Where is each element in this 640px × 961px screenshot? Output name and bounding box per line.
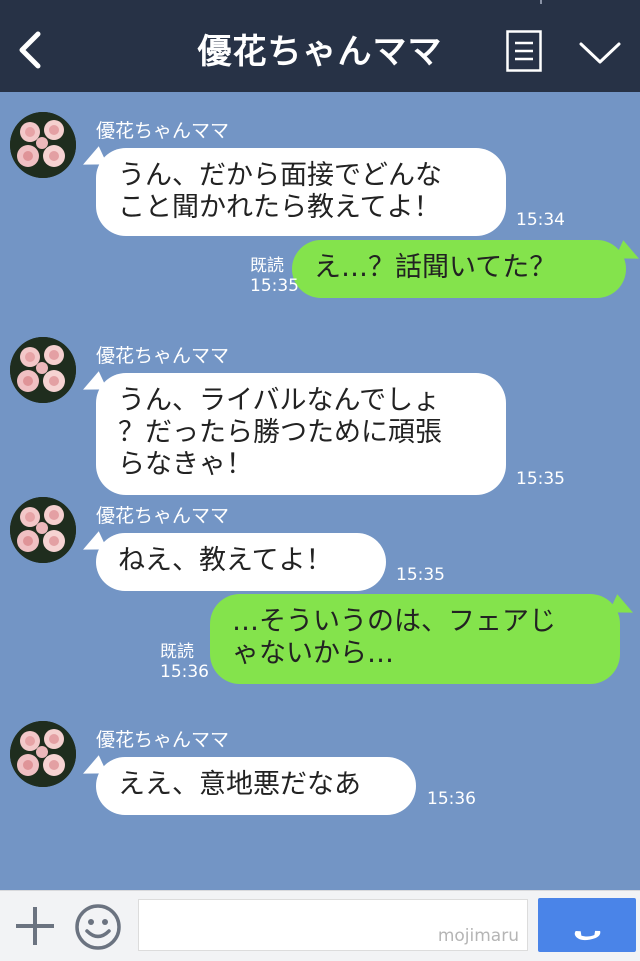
input-bar: mojimaru xyxy=(0,890,640,961)
message-time: 15:36 xyxy=(427,789,476,809)
message-line: ねえ、教えてよ！ xyxy=(118,545,333,576)
message-time: 15:35 xyxy=(516,469,565,489)
chat-title: 優花ちゃんママ xyxy=(197,32,443,72)
message-line: ええ、意地悪だなあ xyxy=(118,769,361,800)
list-menu-icon[interactable] xyxy=(506,30,542,72)
message-line: え…？話聞いてた？ xyxy=(314,252,557,283)
call-button[interactable] xyxy=(538,898,636,952)
message-line: うん、ライバルなんでしょ xyxy=(118,385,441,416)
message-bubble-received[interactable]: ええ、意地悪だなあ xyxy=(96,757,416,815)
message-time: 15:36 xyxy=(160,662,209,682)
read-receipt: 既読 15:35 xyxy=(250,256,299,296)
sender-name: 優花ちゃんママ xyxy=(96,120,230,142)
message-bubble-received[interactable]: うん、だから面接でどんな こと聞かれたら教えてよ！ xyxy=(96,148,506,236)
avatar[interactable] xyxy=(10,721,76,787)
message-line: ？だったら勝つために頑張 xyxy=(118,417,442,448)
read-label: 既読 xyxy=(250,256,284,276)
read-receipt: 既読 15:36 xyxy=(160,642,209,682)
message-line: らなきゃ！ xyxy=(118,449,253,480)
message-bubble-sent[interactable]: …そういうのは、フェアじ ゃないから… xyxy=(210,594,620,684)
message-time: 15:34 xyxy=(516,210,565,230)
avatar[interactable] xyxy=(10,112,76,178)
sender-name: 優花ちゃんママ xyxy=(96,505,230,527)
chat-header: 優花ちゃんママ xyxy=(0,0,640,92)
message-time: 15:35 xyxy=(250,276,299,296)
phone-icon xyxy=(574,930,601,941)
watermark: mojimaru xyxy=(437,926,519,946)
avatar[interactable] xyxy=(10,497,76,563)
message-bubble-sent[interactable]: え…？話聞いてた？ xyxy=(292,240,626,298)
sender-name: 優花ちゃんママ xyxy=(96,729,230,751)
message-line: ゃないから… xyxy=(232,638,394,669)
message-input[interactable]: mojimaru xyxy=(138,899,528,951)
sender-name: 優花ちゃんママ xyxy=(96,345,230,367)
message-line: こと聞かれたら教えてよ！ xyxy=(118,192,441,223)
avatar[interactable] xyxy=(10,337,76,403)
message-time: 15:35 xyxy=(396,565,445,585)
message-bubble-received[interactable]: ねえ、教えてよ！ xyxy=(96,533,386,591)
read-label: 既読 xyxy=(160,642,194,662)
chevron-down-icon[interactable] xyxy=(578,38,622,68)
message-bubble-received[interactable]: うん、ライバルなんでしょ ？だったら勝つために頑張 らなきゃ！ xyxy=(96,373,506,495)
message-line: …そういうのは、フェアじ xyxy=(232,606,556,637)
smiley-icon[interactable] xyxy=(74,903,122,951)
message-line: うん、だから面接でどんな xyxy=(118,160,442,191)
plus-icon[interactable] xyxy=(14,905,56,947)
status-tick xyxy=(540,0,542,4)
